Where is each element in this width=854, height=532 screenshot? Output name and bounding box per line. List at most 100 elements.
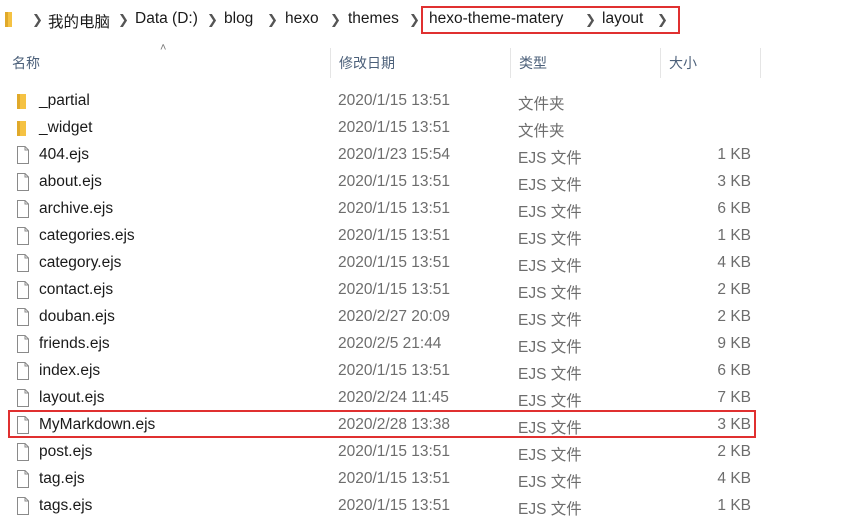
breadcrumb-my-computer[interactable]: 我的电脑 [48,10,110,32]
file-icon [17,443,29,461]
file-type: EJS 文件 [518,474,582,491]
file-type: EJS 文件 [518,339,582,356]
file-row[interactable]: tags.ejs 2020/1/15 13:51 EJS 文件 1 KB [0,493,854,520]
file-row[interactable]: about.ejs 2020/1/15 13:51 EJS 文件 3 KB [0,169,854,196]
file-modified: 2020/1/15 13:51 [338,254,451,271]
chevron-right-icon[interactable]: ❯ [330,12,341,28]
file-name: 404.ejs [39,146,89,163]
file-modified: 2020/1/15 13:51 [338,92,451,109]
file-name: tag.ejs [39,470,85,487]
file-size: 2 KB [717,443,751,460]
column-modified[interactable]: 修改日期 [331,48,510,78]
file-name: contact.ejs [39,281,114,298]
file-row[interactable]: 404.ejs 2020/1/23 15:54 EJS 文件 1 KB [0,142,854,169]
file-icon [17,308,29,326]
file-name: about.ejs [39,173,102,190]
row-highlight-box [8,410,756,438]
file-row[interactable]: index.ejs 2020/1/15 13:51 EJS 文件 6 KB [0,358,854,385]
file-row[interactable]: _widget 2020/1/15 13:51 文件夹 [0,115,854,142]
file-type: EJS 文件 [518,204,582,221]
folder-icon [17,94,26,109]
file-type: EJS 文件 [518,231,582,248]
address-bar[interactable]: ❯ 我的电脑 ❯ Data (D:) ❯ blog ❯ hexo ❯ theme… [0,0,854,40]
file-modified: 2020/1/15 13:51 [338,497,451,514]
file-row[interactable]: archive.ejs 2020/1/15 13:51 EJS 文件 6 KB [0,196,854,223]
file-size: 1 KB [717,497,751,514]
file-row[interactable]: _partial 2020/1/15 13:51 文件夹 [0,88,854,115]
column-name[interactable]: 名称 [4,48,330,78]
file-type: 文件夹 [518,123,565,140]
file-icon [17,200,29,218]
file-icon [17,389,29,407]
file-size: 3 KB [717,173,751,190]
file-icon [17,470,29,488]
file-icon [17,227,29,245]
file-name: friends.ejs [39,335,110,352]
file-modified: 2020/2/5 21:44 [338,335,442,352]
file-icon [17,362,29,380]
file-size: 2 KB [717,308,751,325]
file-icon [17,254,29,272]
breadcrumb-data-drive[interactable]: Data (D:) [135,10,198,28]
file-name: post.ejs [39,443,93,460]
file-modified: 2020/2/24 11:45 [338,389,449,406]
file-row[interactable]: categories.ejs 2020/1/15 13:51 EJS 文件 1 KB [0,223,854,250]
file-type: EJS 文件 [518,447,582,464]
column-type[interactable]: 类型 [511,48,660,78]
file-type: EJS 文件 [518,366,582,383]
file-icon [17,335,29,353]
chevron-right-icon[interactable]: ❯ [267,12,278,28]
file-name: archive.ejs [39,200,114,217]
chevron-right-icon[interactable]: ❯ [118,12,129,28]
file-size: 2 KB [717,281,751,298]
column-divider[interactable] [760,48,761,78]
file-modified: 2020/1/15 13:51 [338,200,451,217]
file-name: _partial [39,92,90,109]
file-name: tags.ejs [39,497,93,514]
file-row[interactable]: tag.ejs 2020/1/15 13:51 EJS 文件 4 KB [0,466,854,493]
file-icon [17,281,29,299]
file-name: douban.ejs [39,308,115,325]
file-row[interactable]: douban.ejs 2020/2/27 20:09 EJS 文件 2 KB [0,304,854,331]
file-name: _widget [39,119,93,136]
chevron-right-icon[interactable]: ❯ [207,12,218,28]
file-modified: 2020/1/15 13:51 [338,119,451,136]
breadcrumb-blog[interactable]: blog [224,10,253,28]
column-size[interactable]: 大小 [661,48,760,78]
file-size: 7 KB [717,389,751,406]
file-type: EJS 文件 [518,501,582,518]
folder-icon [17,121,26,136]
file-row[interactable]: friends.ejs 2020/2/5 21:44 EJS 文件 9 KB [0,331,854,358]
chevron-right-icon[interactable]: ❯ [409,12,420,28]
file-row[interactable]: category.ejs 2020/1/15 13:51 EJS 文件 4 KB [0,250,854,277]
file-modified: 2020/1/15 13:51 [338,470,451,487]
file-row[interactable]: layout.ejs 2020/2/24 11:45 EJS 文件 7 KB [0,385,854,412]
file-type: 文件夹 [518,96,565,113]
file-modified: 2020/1/15 13:51 [338,362,451,379]
file-name: categories.ejs [39,227,135,244]
file-modified: 2020/1/23 15:54 [338,146,451,163]
file-size: 1 KB [717,227,751,244]
file-size: 1 KB [717,146,751,163]
file-icon [17,497,29,515]
breadcrumb-themes[interactable]: themes [348,10,399,28]
file-row[interactable]: post.ejs 2020/1/15 13:51 EJS 文件 2 KB [0,439,854,466]
breadcrumb-hexo[interactable]: hexo [285,10,319,28]
file-type: EJS 文件 [518,177,582,194]
file-modified: 2020/2/27 20:09 [338,308,451,325]
file-modified: 2020/1/15 13:51 [338,443,451,460]
chevron-right-icon[interactable]: ❯ [32,12,43,28]
file-name: index.ejs [39,362,101,379]
file-row[interactable]: contact.ejs 2020/1/15 13:51 EJS 文件 2 KB [0,277,854,304]
file-icon [17,173,29,191]
column-header: 名称 修改日期 类型 大小 [0,48,854,78]
file-icon [17,146,29,164]
file-modified: 2020/1/15 13:51 [338,281,451,298]
file-modified: 2020/1/15 13:51 [338,227,451,244]
file-size: 4 KB [717,254,751,271]
file-type: EJS 文件 [518,285,582,302]
file-type: EJS 文件 [518,312,582,329]
file-type: EJS 文件 [518,393,582,410]
file-type: EJS 文件 [518,150,582,167]
file-name: category.ejs [39,254,122,271]
